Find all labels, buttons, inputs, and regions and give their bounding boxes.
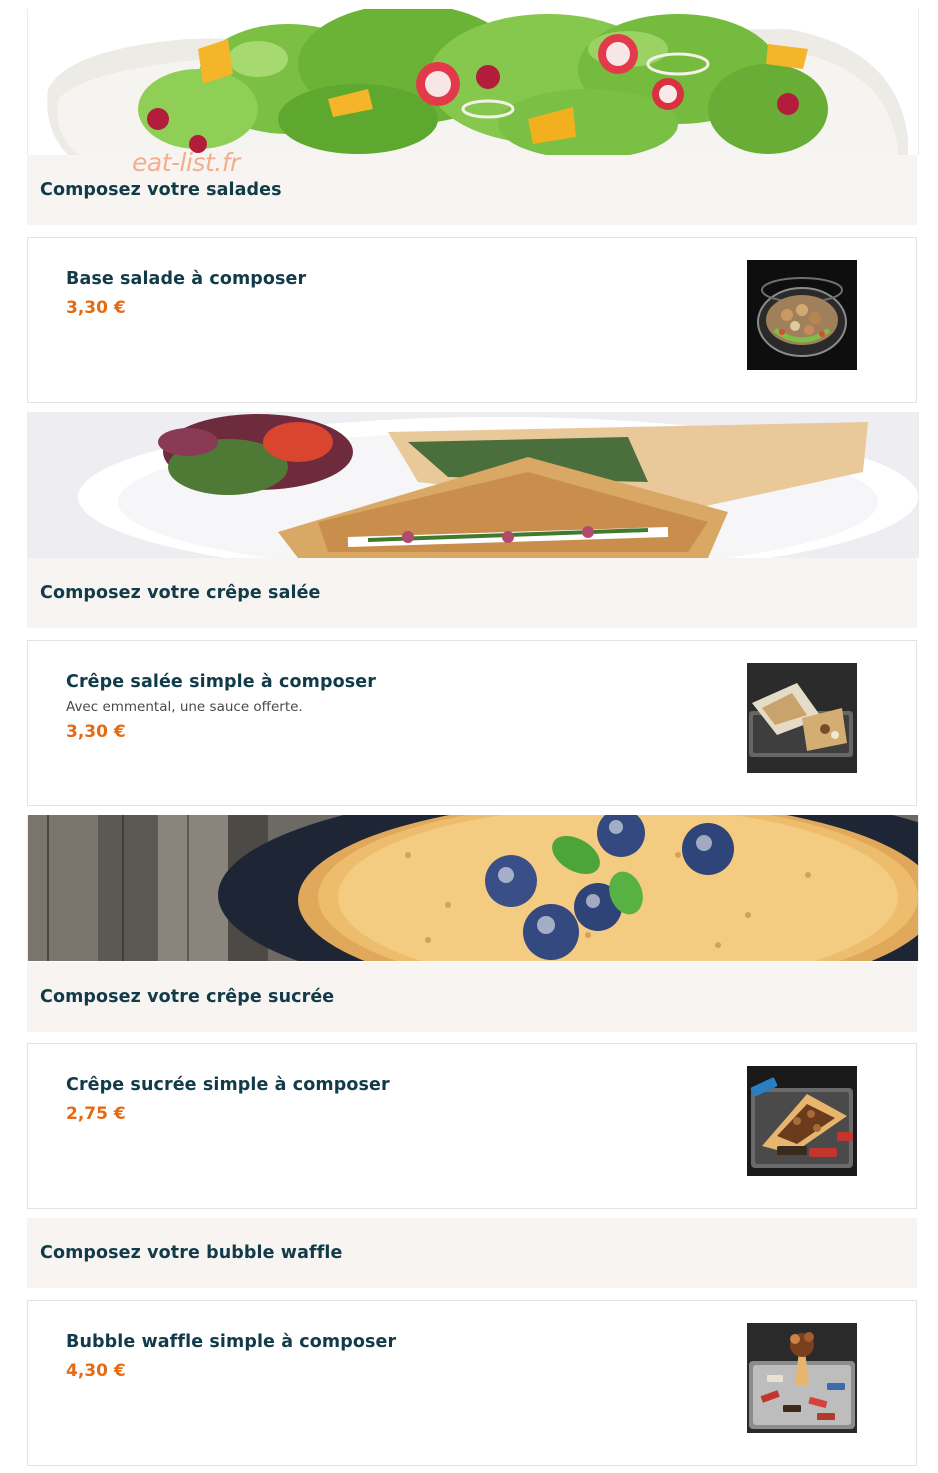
salad-bowl-photo <box>747 260 857 370</box>
category-title: Composez votre salades <box>40 180 282 200</box>
savory-crepe-photo <box>747 663 857 773</box>
item-price: 4,30 € <box>66 1361 126 1381</box>
category-title: Composez votre crêpe sucrée <box>40 987 335 1007</box>
category-title: Composez votre bubble waffle <box>40 1243 343 1263</box>
menu-item-card[interactable]: Crêpe salée simple à composer Avec emmen… <box>27 640 917 806</box>
category-header-bubble-waffle: Composez votre bubble waffle <box>27 1218 917 1288</box>
sweet-crepe-banner-image <box>27 815 919 961</box>
savory-crepe-banner-image <box>27 412 919 558</box>
category-header-crepe-salee: Composez votre crêpe salée <box>27 558 917 628</box>
item-name: Base salade à composer <box>66 269 307 289</box>
item-description: Avec emmental, une sauce offerte. <box>66 699 303 715</box>
category-title: Composez votre crêpe salée <box>40 583 321 603</box>
item-name: Crêpe sucrée simple à composer <box>66 1075 390 1095</box>
category-header-crepe-sucree: Composez votre crêpe sucrée <box>27 962 917 1032</box>
menu-item-card[interactable]: Base salade à composer 3,30 € <box>27 237 917 403</box>
item-price: 3,30 € <box>66 722 126 742</box>
menu-item-card[interactable]: Bubble waffle simple à composer 4,30 € <box>27 1300 917 1466</box>
item-price: 2,75 € <box>66 1104 126 1124</box>
item-price: 3,30 € <box>66 298 126 318</box>
watermark-text: eat-list.fr <box>132 148 240 177</box>
item-name: Crêpe salée simple à composer <box>66 672 376 692</box>
item-name: Bubble waffle simple à composer <box>66 1332 397 1352</box>
sweet-crepe-photo <box>747 1066 857 1176</box>
salad-banner-image <box>27 9 919 155</box>
bubble-waffle-photo <box>747 1323 857 1433</box>
menu-item-card[interactable]: Crêpe sucrée simple à composer 2,75 € <box>27 1043 917 1209</box>
